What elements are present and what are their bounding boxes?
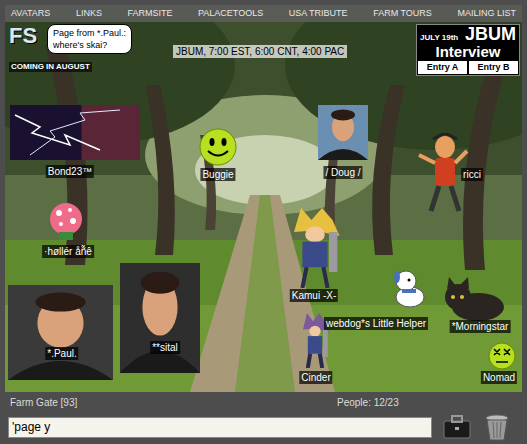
avatar-name: ricci bbox=[461, 168, 483, 181]
nav-link[interactable]: FARMSITE bbox=[127, 9, 172, 18]
interview-banner[interactable]: JULY 19th JBUMInterviewEntry AEntry B bbox=[416, 24, 520, 76]
dazed-avatar-icon[interactable] bbox=[487, 341, 517, 371]
nav-bar: AVATARS LINKS FARMSITE PALACETOOLS USA TRIBU… bbox=[5, 5, 522, 22]
chat-input[interactable] bbox=[8, 417, 432, 438]
status-bar: Farm Gate [93]People: 12/23 bbox=[5, 393, 522, 411]
briefcase-icon[interactable] bbox=[442, 415, 472, 439]
avatar-name: ·høllér åñ̃ê bbox=[42, 245, 94, 258]
dog-avatar-icon[interactable] bbox=[388, 267, 433, 312]
photo-avatar-icon[interactable] bbox=[120, 263, 200, 373]
nav-link[interactable]: PALACETOOLS bbox=[198, 9, 263, 18]
avatar-name: Bond23™ bbox=[46, 165, 94, 178]
avatar-name: / Doug / bbox=[323, 166, 362, 179]
photo-avatar-icon[interactable] bbox=[318, 105, 368, 160]
photo-avatar-icon[interactable] bbox=[8, 285, 113, 380]
nav-link[interactable]: USA TRIBUTE bbox=[289, 9, 348, 18]
banner-head: JULY 19th JBUM bbox=[417, 25, 519, 43]
nav-link[interactable]: FARM TOURS bbox=[373, 9, 432, 18]
logo-tagline: COMING IN AUGUST bbox=[9, 62, 92, 72]
banner-title: JBUM bbox=[465, 25, 516, 43]
banner-subtitle: Interview bbox=[417, 43, 519, 60]
avatar-name: Kamui -X- bbox=[290, 289, 338, 302]
nav-link[interactable]: MAILING LIST bbox=[457, 9, 516, 18]
page-bubble: Page from *.Paul.:where's skai? bbox=[47, 24, 132, 54]
avatar-name: webdog*s Little Helper bbox=[324, 317, 428, 330]
nav-link[interactable]: AVATARS bbox=[11, 9, 50, 18]
banner-entries: Entry AEntry B bbox=[417, 60, 519, 75]
avatar-name: *Morningstar bbox=[450, 320, 511, 333]
banner-date: JULY 19th bbox=[420, 33, 458, 43]
nav-link[interactable]: LINKS bbox=[76, 9, 102, 18]
people-count: People: 12/23 bbox=[337, 395, 399, 410]
avatar-name: Buggie bbox=[200, 168, 235, 181]
avatar-name: **sital bbox=[150, 341, 180, 354]
bubble-line: where's skai? bbox=[53, 39, 126, 51]
trash-icon[interactable] bbox=[482, 412, 512, 442]
bubble-line: Page from *.Paul.: bbox=[53, 27, 126, 39]
ball-avatar-icon[interactable] bbox=[46, 201, 86, 241]
avatar-name: *.Paul. bbox=[45, 347, 78, 360]
palace-window: AVATARS LINKS FARMSITE PALACETOOLS USA TRIBU… bbox=[0, 0, 527, 444]
anime-avatar-icon[interactable] bbox=[280, 208, 350, 288]
smiley-avatar-icon[interactable] bbox=[198, 127, 238, 167]
entry-button[interactable]: Entry A bbox=[417, 60, 468, 75]
avatar-name: Nomad bbox=[481, 371, 517, 384]
schedule-text: JBUM, 7:00 EST, 6:00 CNT, 4:00 PAC bbox=[173, 45, 347, 58]
input-row bbox=[5, 411, 522, 443]
cat-avatar-icon[interactable] bbox=[440, 277, 510, 322]
room-view[interactable]: AVATARS LINKS FARMSITE PALACETOOLS USA TRIBU… bbox=[5, 5, 522, 392]
entry-button[interactable]: Entry B bbox=[468, 60, 519, 75]
room-name: Farm Gate [93] bbox=[10, 395, 337, 410]
lightning-avatar-icon[interactable] bbox=[10, 105, 140, 160]
avatar-name: Cinder bbox=[299, 371, 332, 384]
